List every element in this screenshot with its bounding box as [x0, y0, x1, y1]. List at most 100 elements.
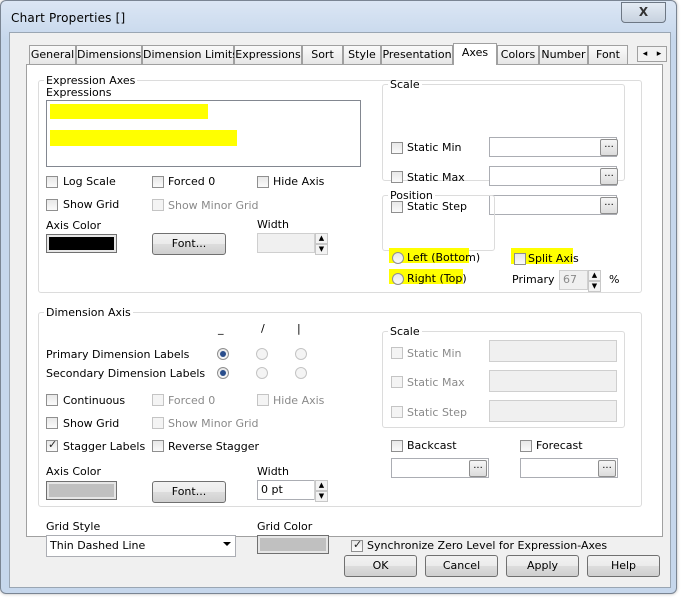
primary-labels-vertical-radio[interactable]: [295, 348, 307, 360]
static-min-label: Static Min: [407, 141, 462, 154]
secondary-labels-vertical-radio[interactable]: [295, 367, 307, 379]
backcast-checkbox[interactable]: [391, 440, 403, 452]
cancel-button[interactable]: Cancel: [425, 555, 498, 577]
tab-font[interactable]: Font: [588, 45, 628, 64]
static-step-browse-button[interactable]: ...: [600, 197, 618, 214]
expression-axis-color-button[interactable]: [46, 234, 117, 253]
log-scale-checkbox[interactable]: [46, 176, 58, 188]
dimension-static-max-checkbox[interactable]: [391, 376, 403, 388]
orientation-horizontal-header: _: [218, 322, 224, 335]
stepper-up-icon[interactable]: ▲: [315, 233, 328, 244]
dimension-hide-axis-checkbox[interactable]: [257, 394, 269, 406]
dimension-static-max-label: Static Max: [407, 376, 465, 389]
dimension-hide-axis-label: Hide Axis: [273, 394, 325, 407]
right-top-label: Right (Top): [407, 272, 467, 285]
dimension-static-min-input[interactable]: [489, 340, 617, 362]
sync-zero-checkbox[interactable]: [351, 538, 363, 552]
tab-presentation[interactable]: Presentation: [381, 45, 453, 64]
secondary-labels-horizontal-radio[interactable]: [217, 367, 229, 379]
stepper-up-icon[interactable]: ▲: [588, 270, 601, 281]
dimension-axis-color-label: Axis Color: [46, 465, 102, 478]
tab-colors[interactable]: Colors: [497, 45, 539, 64]
tab-sort[interactable]: Sort: [302, 45, 343, 64]
dimension-show-minor-grid-checkbox[interactable]: [152, 417, 164, 429]
hide-axis-checkbox[interactable]: [257, 176, 269, 188]
primary-labels-diagonal-radio[interactable]: [256, 348, 268, 360]
dimension-static-max-input[interactable]: [489, 370, 617, 392]
stepper-down-icon[interactable]: ▼: [315, 491, 328, 502]
backcast-label: Backcast: [407, 439, 457, 452]
dimension-show-grid-checkbox[interactable]: [46, 417, 58, 429]
static-max-checkbox[interactable]: [391, 171, 403, 183]
show-grid-checkbox[interactable]: [46, 199, 58, 211]
tab-axes[interactable]: Axes: [453, 43, 497, 65]
apply-button[interactable]: Apply: [506, 555, 579, 577]
tab-dimension-limits[interactable]: Dimension Limits: [142, 45, 238, 64]
log-scale-label: Log Scale: [63, 175, 116, 188]
expression-item-redacted[interactable]: [50, 104, 208, 119]
grid-style-select[interactable]: Thin Dashed Line: [46, 535, 236, 557]
dimension-static-step-checkbox[interactable]: [391, 406, 403, 418]
expressions-list[interactable]: [46, 100, 361, 167]
expression-width-stepper[interactable]: ▲ ▼: [314, 233, 328, 255]
secondary-dimension-labels-label: Secondary Dimension Labels: [46, 367, 206, 380]
static-max-label: Static Max: [407, 171, 465, 184]
stepper-down-icon[interactable]: ▼: [315, 244, 328, 255]
backcast-browse-button[interactable]: ...: [469, 460, 487, 477]
static-max-browse-button[interactable]: ...: [600, 168, 618, 185]
secondary-labels-diagonal-radio[interactable]: [256, 367, 268, 379]
tab-scroll-right-icon[interactable]: ▸: [657, 47, 662, 61]
tab-scroll-arrows[interactable]: ◂ ▸: [637, 46, 667, 62]
stagger-labels-checkbox[interactable]: [46, 438, 58, 452]
static-min-browse-button[interactable]: ...: [600, 139, 618, 156]
tab-dimensions[interactable]: Dimensions: [76, 45, 142, 64]
tab-expressions[interactable]: Expressions: [234, 45, 302, 64]
expression-scale-legend: Scale: [390, 78, 420, 91]
grid-color-button[interactable]: [257, 535, 329, 554]
chart-properties-window: Chart Properties [] X General Dimensions…: [0, 0, 677, 594]
tab-number[interactable]: Number: [539, 45, 588, 64]
help-button[interactable]: Help: [587, 555, 660, 577]
split-axis-checkbox[interactable]: [514, 253, 526, 265]
forecast-checkbox[interactable]: [520, 440, 532, 452]
reverse-stagger-label: Reverse Stagger: [168, 440, 260, 453]
static-step-input[interactable]: [489, 195, 617, 215]
close-button[interactable]: X: [621, 2, 666, 23]
split-axis-label: Split Axis: [528, 252, 579, 265]
primary-labels-horizontal-radio[interactable]: [217, 348, 229, 360]
primary-percent-stepper[interactable]: ▲ ▼: [587, 270, 601, 292]
static-max-input[interactable]: [489, 166, 617, 186]
show-grid-label: Show Grid: [63, 198, 120, 211]
show-minor-grid-checkbox[interactable]: [152, 199, 164, 211]
dimension-axis-color-button[interactable]: [46, 481, 117, 500]
dimension-static-min-label: Static Min: [407, 347, 462, 360]
tab-scroll-left-icon[interactable]: ◂: [643, 47, 648, 61]
primary-label: Primary: [512, 273, 555, 286]
static-min-checkbox[interactable]: [391, 142, 403, 154]
expression-item-redacted[interactable]: [50, 130, 237, 146]
continuous-checkbox[interactable]: [46, 394, 58, 406]
dimension-static-step-input[interactable]: [489, 400, 617, 422]
orientation-vertical-header: |: [297, 322, 301, 335]
forced-0-checkbox[interactable]: [152, 176, 164, 188]
tab-general[interactable]: General: [29, 45, 76, 64]
stepper-down-icon[interactable]: ▼: [588, 281, 601, 292]
tab-style[interactable]: Style: [343, 45, 381, 64]
left-bottom-radio[interactable]: [392, 252, 404, 264]
dimension-forced-0-checkbox[interactable]: [152, 394, 164, 406]
chevron-down-icon[interactable]: [223, 542, 231, 546]
forced-0-label: Forced 0: [168, 175, 216, 188]
dimension-width-stepper[interactable]: ▲ ▼: [314, 480, 328, 502]
dimension-forced-0-label: Forced 0: [168, 394, 216, 407]
expression-font-button[interactable]: Font...: [152, 233, 226, 255]
static-min-input[interactable]: [489, 137, 617, 157]
stepper-up-icon[interactable]: ▲: [315, 480, 328, 491]
right-top-radio[interactable]: [392, 273, 404, 285]
forecast-browse-button[interactable]: ...: [598, 460, 616, 477]
dimension-font-button[interactable]: Font...: [152, 481, 226, 503]
dimension-static-min-checkbox[interactable]: [391, 347, 403, 359]
left-bottom-label: Left (Bottom): [407, 251, 481, 264]
expression-width-label: Width: [257, 218, 289, 231]
ok-button[interactable]: OK: [344, 555, 417, 577]
reverse-stagger-checkbox[interactable]: [152, 440, 164, 452]
